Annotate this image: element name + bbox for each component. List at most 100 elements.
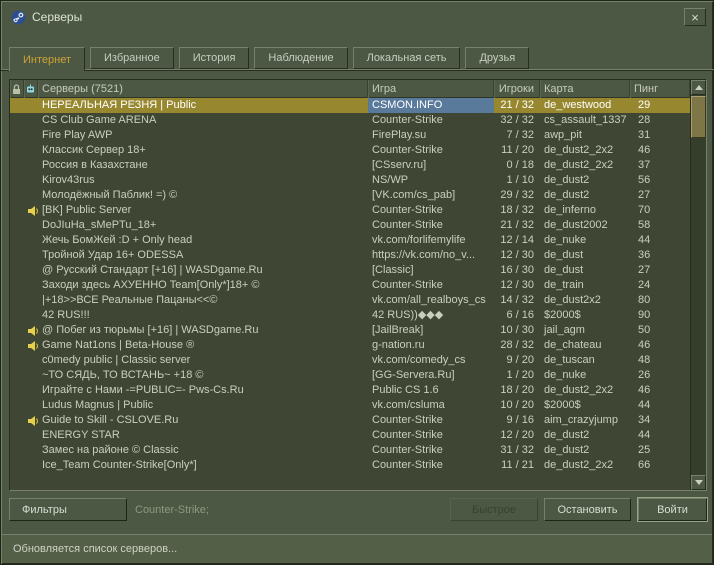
- server-game: g-nation.ru: [372, 339, 425, 351]
- server-map: de_nuke: [544, 234, 587, 246]
- speaker-icon: [28, 340, 38, 351]
- quick-button[interactable]: Быстрое: [450, 498, 538, 521]
- server-row[interactable]: Guide to Skill - CSLOVE.Ru Counter-Strik…: [10, 413, 690, 428]
- join-server-button[interactable]: Войти: [638, 498, 707, 521]
- server-name: CS Club Game ARENA: [42, 114, 157, 126]
- server-row[interactable]: @ Русский Стандарт [+16] | WASDgame.Ru […: [10, 263, 690, 278]
- tab-item[interactable]: Наблюдение: [254, 47, 348, 69]
- server-name: c0medy public | Classic server: [42, 354, 191, 366]
- server-name: Тройной Удар 16+ ODESSA: [42, 249, 184, 261]
- server-players: 29 / 32: [500, 189, 534, 201]
- server-row[interactable]: ENERGY STAR Counter-Strike 12 / 20 de_du…: [10, 428, 690, 443]
- server-row[interactable]: Замес на районе © Classic Counter-Strike…: [10, 443, 690, 458]
- column-header-map[interactable]: Карта: [540, 80, 630, 98]
- server-row[interactable]: Kirov43rus NS/WP 1 / 10 de_dust2 56: [10, 173, 690, 188]
- server-ping: 46: [638, 144, 651, 156]
- server-players: 0 / 18: [506, 159, 534, 171]
- server-row[interactable]: c0medy public | Classic server vk.com/co…: [10, 353, 690, 368]
- server-players: 9 / 20: [506, 354, 534, 366]
- server-row[interactable]: Fire Play AWP FirePlay.su 7 / 32 awp_pit…: [10, 128, 690, 143]
- server-game: FirePlay.su: [372, 129, 427, 141]
- server-row[interactable]: 42 RUS!!! 42 RUS))◆◆◆ 6 / 16 $2000$ 90: [10, 308, 690, 323]
- server-game: CSMON.INFO: [368, 98, 494, 113]
- server-row[interactable]: Играйте с Нами -=PUBLIC=- Pws-Cs.Ru Publ…: [10, 383, 690, 398]
- tab-item[interactable]: Локальная сеть: [352, 47, 461, 69]
- row-icon-cell: [24, 158, 38, 173]
- server-name: Молодёжный Паблик! =) ©: [42, 189, 178, 201]
- server-row[interactable]: Жечь БомЖей :D + Only head vk.com/forlif…: [10, 233, 690, 248]
- server-ping: 31: [638, 129, 651, 141]
- server-row[interactable]: Ice_Team Counter-Strike[Only*] Counter-S…: [10, 458, 690, 473]
- server-map: de_dust2: [544, 174, 590, 186]
- tab-item[interactable]: Интернет: [9, 47, 85, 71]
- server-map: de_dust2_2x2: [544, 159, 614, 171]
- server-ping: 48: [638, 354, 651, 366]
- server-players: 12 / 20: [500, 429, 534, 441]
- server-map: de_chateau: [544, 339, 602, 351]
- server-row[interactable]: Game Nat1ons | Beta-House ® g-nation.ru …: [10, 338, 690, 353]
- scroll-down-button[interactable]: [691, 475, 706, 490]
- server-row[interactable]: НЕРЕАЛЬНАЯ РЕЗНЯ | Public CSMON.INFO 21 …: [10, 98, 690, 113]
- column-header-servers[interactable]: Серверы (7521): [38, 80, 368, 98]
- server-row[interactable]: Ludus Magnus | Public vk.com/csluma 10 /…: [10, 398, 690, 413]
- server-map: de_dust2_2x2: [544, 459, 614, 471]
- row-icon-cell: [24, 248, 38, 263]
- speaker-icon: [28, 415, 38, 426]
- tab-item[interactable]: Избранное: [90, 47, 174, 69]
- server-ping: 58: [638, 219, 651, 231]
- server-name: ~ТО СЯДЬ, ТО ВСТАНЬ~ +18 ©: [42, 369, 204, 381]
- server-ping: 90: [638, 309, 651, 321]
- bot-icon: [25, 84, 36, 95]
- server-game: Counter-Strike: [372, 144, 443, 156]
- tab-item[interactable]: Друзья: [465, 47, 530, 69]
- column-header-lock[interactable]: [10, 80, 24, 98]
- vertical-scrollbar[interactable]: [690, 80, 706, 490]
- server-row[interactable]: @ Побег из тюрьмы [+16] | WASDgame.Ru [J…: [10, 323, 690, 338]
- server-name: НЕРЕАЛЬНАЯ РЕЗНЯ | Public: [42, 99, 197, 111]
- column-header-ping[interactable]: Пинг: [630, 80, 690, 98]
- server-row[interactable]: Молодёжный Паблик! =) © [VK.com/cs_pab] …: [10, 188, 690, 203]
- server-game: [GG-Servera.Ru]: [372, 369, 455, 381]
- server-game: Counter-Strike: [372, 429, 443, 441]
- server-row[interactable]: |+18>>ВСЕ Реальные Пацаны<<© vk.com/all_…: [10, 293, 690, 308]
- server-name: [BK] Public Server: [42, 204, 132, 216]
- row-icon-cell: [24, 368, 38, 383]
- server-name: DoJIuHa_sMePTu_18+: [42, 219, 157, 231]
- server-ping: 27: [638, 189, 651, 201]
- server-row[interactable]: Заходи здесь АХУЕННО Team[Only*]18+ © Co…: [10, 278, 690, 293]
- row-lock-cell: [10, 353, 24, 368]
- server-row[interactable]: [BK] Public Server Counter-Strike 18 / 3…: [10, 203, 690, 218]
- server-row[interactable]: Россия в Казахстане [CSserv.ru] 0 / 18 d…: [10, 158, 690, 173]
- column-header-game[interactable]: Игра: [368, 80, 494, 98]
- speaker-icon: [28, 325, 38, 336]
- status-text: Обновляется список серверов...: [13, 543, 178, 555]
- server-row[interactable]: DoJIuHa_sMePTu_18+ Counter-Strike 21 / 3…: [10, 218, 690, 233]
- server-ping: 26: [638, 369, 651, 381]
- close-button[interactable]: ×: [684, 8, 706, 26]
- server-map: de_dust: [544, 264, 584, 276]
- scroll-up-button[interactable]: [691, 80, 706, 95]
- row-icon-cell: [24, 413, 38, 428]
- quick-button-label: Быстрое: [471, 503, 517, 516]
- row-icon-cell: [24, 113, 38, 128]
- scrollbar-thumb[interactable]: [691, 96, 706, 138]
- filters-button[interactable]: Фильтры: [9, 498, 127, 521]
- server-name: Россия в Казахстане: [42, 159, 148, 171]
- server-map: de_dust2: [544, 429, 590, 441]
- stop-refresh-button[interactable]: Остановить: [544, 498, 631, 521]
- server-name: Ludus Magnus | Public: [42, 399, 154, 411]
- row-lock-cell: [10, 368, 24, 383]
- server-game: Counter-Strike: [372, 279, 443, 291]
- column-header-players[interactable]: Игроки: [494, 80, 540, 98]
- server-row[interactable]: CS Club Game ARENA Counter-Strike 32 / 3…: [10, 113, 690, 128]
- server-name: Заходи здесь АХУЕННО Team[Only*]18+ ©: [42, 279, 260, 291]
- server-row[interactable]: Классик Сервер 18+ Counter-Strike 11 / 2…: [10, 143, 690, 158]
- server-map: de_dust2002: [544, 219, 608, 231]
- server-map: $2000$: [544, 309, 581, 321]
- tab-item[interactable]: История: [178, 47, 250, 69]
- row-icon-cell: [24, 293, 38, 308]
- server-name: Классик Сервер 18+: [42, 144, 146, 156]
- server-row[interactable]: ~ТО СЯДЬ, ТО ВСТАНЬ~ +18 © [GG-Servera.R…: [10, 368, 690, 383]
- server-row[interactable]: Тройной Удар 16+ ODESSA https://vk.com/n…: [10, 248, 690, 263]
- column-header-bot[interactable]: [24, 80, 38, 98]
